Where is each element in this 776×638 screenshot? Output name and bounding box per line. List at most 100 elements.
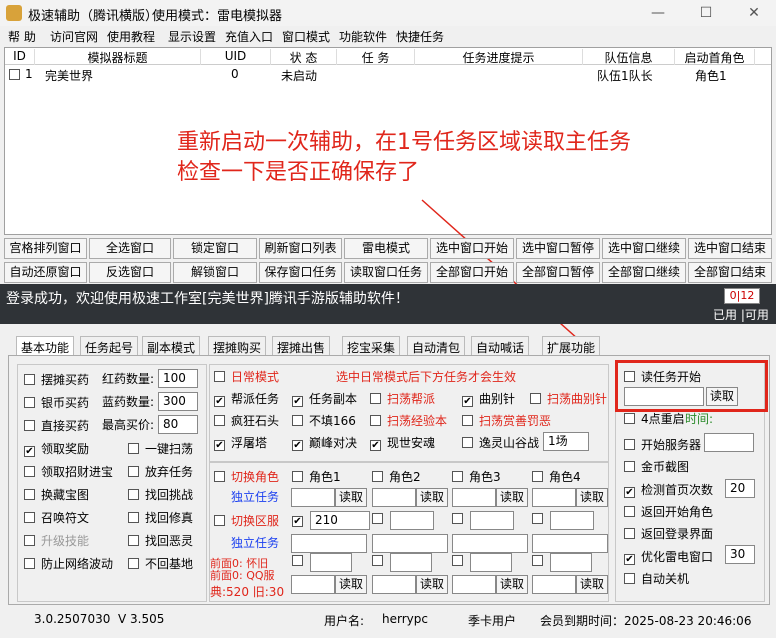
field-input-1[interactable]: 300	[158, 392, 198, 411]
btn-row1-4[interactable]: 雷电模式	[344, 238, 428, 259]
task-input-2[interactable]	[452, 488, 496, 507]
task2-input-2[interactable]	[452, 534, 528, 553]
chk-d2-1[interactable]: 不填166	[292, 412, 356, 429]
row6-input-1[interactable]	[372, 575, 416, 594]
read-button-3[interactable]: 读取	[576, 488, 608, 507]
btn-row1-2[interactable]: 锁定窗口	[173, 238, 257, 259]
tab-treasure[interactable]: 挖宝采集	[342, 336, 401, 356]
chk-gold[interactable]: 金币截图	[624, 458, 689, 475]
chk-d1-0[interactable]: 帮派任务	[214, 390, 279, 407]
chk-basic-6[interactable]: 召唤符文	[24, 509, 89, 526]
chk-switch-role[interactable]: 切换角色	[214, 468, 279, 485]
chk-d3-3[interactable]: 逸灵山谷战	[462, 434, 539, 451]
chk-row5-1[interactable]	[372, 554, 389, 568]
row6-input-3[interactable]	[532, 575, 576, 594]
chk-d2-0[interactable]: 疯狂石头	[214, 412, 279, 429]
chk-d3-1[interactable]: 巅峰对决	[292, 434, 357, 451]
chk-server-start[interactable]: 开始服务器	[624, 436, 701, 453]
btn-row2-7[interactable]: 全部窗口继续	[602, 262, 686, 283]
chk-basic-r-0[interactable]: 一键扫荡	[128, 440, 193, 457]
read-button-0[interactable]: 读取	[335, 488, 367, 507]
chk-basic-r-2[interactable]: 找回挑战	[128, 486, 193, 503]
tab-shout[interactable]: 自动喊话	[471, 336, 530, 356]
row5-input-3[interactable]	[550, 553, 592, 572]
btn-row1-1[interactable]: 全选窗口	[89, 238, 171, 259]
server-input-2[interactable]	[470, 511, 514, 530]
btn-row1-5[interactable]: 选中窗口开始	[430, 238, 514, 259]
btn-row1-3[interactable]: 刷新窗口列表	[259, 238, 342, 259]
chk-basic-r-4[interactable]: 找回恶灵	[128, 532, 193, 549]
chk-d2-2[interactable]: 扫荡经验本	[370, 412, 447, 429]
btn-row2-5[interactable]: 全部窗口开始	[430, 262, 514, 283]
chk-d2-3[interactable]: 扫荡赏善罚恶	[462, 412, 551, 429]
row6-input-0[interactable]	[291, 575, 335, 594]
chk-row5-0[interactable]	[292, 554, 309, 568]
chk-d1-4[interactable]: 扫荡曲别针	[530, 390, 607, 407]
tab-clear-bag[interactable]: 自动清包	[407, 336, 466, 356]
chk-retry[interactable]: 4点重启	[624, 410, 685, 427]
chk-basic-r-3[interactable]: 找回修真	[128, 509, 193, 526]
chk-basic-7[interactable]: 升级技能	[24, 532, 89, 549]
server-input-0[interactable]: 210	[310, 511, 370, 530]
row5-input-0[interactable]	[310, 553, 352, 572]
btn-row2-1[interactable]: 反选窗口	[89, 262, 171, 283]
chk-opt[interactable]: 优化雷电窗口	[624, 548, 713, 565]
read2-button-2[interactable]: 读取	[496, 575, 528, 594]
btn-row2-2[interactable]: 解锁窗口	[173, 262, 257, 283]
server-start-input[interactable]	[704, 433, 754, 452]
chk-daily-mode[interactable]: 日常模式	[214, 368, 279, 385]
check-input[interactable]: 20	[725, 479, 755, 498]
chk-basic-3[interactable]: 领取奖励	[24, 440, 89, 457]
chk-ret-login[interactable]: 返回登录界面	[624, 525, 713, 542]
chk-basic-5[interactable]: 换藏宝图	[24, 486, 89, 503]
chk-d1-3[interactable]: 曲别针	[462, 390, 515, 407]
chk-basic-1[interactable]: 银币买药	[24, 394, 89, 411]
chk-basic-r-5[interactable]: 不回基地	[128, 555, 193, 572]
tab-basic[interactable]: 基本功能	[16, 336, 75, 356]
chk-server-1[interactable]	[372, 512, 389, 526]
chk-d3-0[interactable]: 浮屠塔	[214, 434, 267, 451]
chk-server-2[interactable]	[452, 512, 469, 526]
chk-basic-r-1[interactable]: 放弃任务	[128, 463, 193, 480]
read-button-2[interactable]: 读取	[496, 488, 528, 507]
server-input-3[interactable]	[550, 511, 594, 530]
row5-input-1[interactable]	[390, 553, 432, 572]
chk-check[interactable]: 检测首页次数	[624, 481, 713, 498]
read2-button-3[interactable]: 读取	[576, 575, 608, 594]
tab-stall-sell[interactable]: 摆摊出售	[272, 336, 331, 356]
chk-role-1[interactable]: 角色2	[372, 468, 421, 485]
chk-basic-8[interactable]: 防止网络波动	[24, 555, 113, 572]
task-input-0[interactable]	[291, 488, 335, 507]
tab-task-start[interactable]: 任务起号	[80, 336, 139, 356]
chk-basic-4[interactable]: 领取招财进宝	[24, 463, 113, 480]
task2-input-0[interactable]	[291, 534, 367, 553]
task2-input-3[interactable]	[532, 534, 608, 553]
chk-role-2[interactable]: 角色3	[452, 468, 501, 485]
chk-basic-0[interactable]: 摆摊买药	[24, 371, 89, 388]
btn-row2-0[interactable]: 自动还原窗口	[4, 262, 87, 283]
opt-input[interactable]: 30	[725, 545, 755, 564]
btn-row2-6[interactable]: 全部窗口暂停	[516, 262, 600, 283]
chk-d1-2[interactable]: 扫荡帮派	[370, 390, 435, 407]
btn-row2-4[interactable]: 读取窗口任务	[344, 262, 428, 283]
row6-input-2[interactable]	[452, 575, 496, 594]
field-input-0[interactable]: 100	[158, 369, 198, 388]
chk-switch-server[interactable]: 切换区服	[214, 512, 279, 529]
tab-extension[interactable]: 扩展功能	[542, 336, 601, 356]
server-input-1[interactable]	[390, 511, 434, 530]
btn-row1-0[interactable]: 宫格排列窗口	[4, 238, 87, 259]
read-button-1[interactable]: 读取	[416, 488, 448, 507]
btn-row2-8[interactable]: 全部窗口结束	[688, 262, 772, 283]
chk-row5-2[interactable]	[452, 554, 469, 568]
task2-input-1[interactable]	[372, 534, 448, 553]
btn-row2-3[interactable]: 保存窗口任务	[259, 262, 342, 283]
chk-role-0[interactable]: 角色1	[292, 468, 341, 485]
match-select[interactable]: 1场	[543, 432, 589, 451]
btn-row1-6[interactable]: 选中窗口暂停	[516, 238, 600, 259]
task-input-1[interactable]	[372, 488, 416, 507]
chk-shutdown[interactable]: 自动关机	[624, 570, 689, 587]
chk-server-3[interactable]	[532, 512, 549, 526]
btn-row1-7[interactable]: 选中窗口继续	[602, 238, 686, 259]
task-input-3[interactable]	[532, 488, 576, 507]
chk-server-0[interactable]	[292, 512, 309, 527]
